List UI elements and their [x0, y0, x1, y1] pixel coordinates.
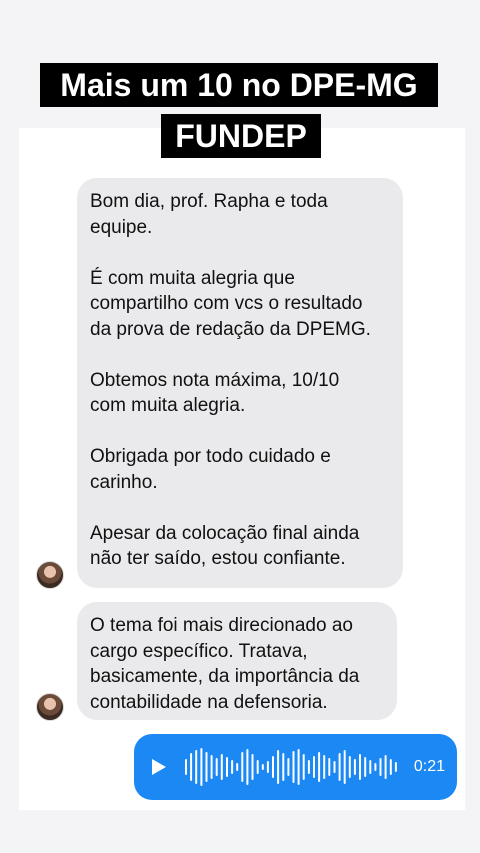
banner-title: Mais um 10 no DPE-MG	[40, 63, 438, 107]
message-paragraph: Obrigada por todo cuidado e carinho.	[90, 446, 331, 493]
audio-duration: 0:21	[413, 758, 445, 775]
sender-avatar[interactable]	[36, 561, 64, 589]
message-bubble[interactable]: O tema foi mais direcionado ao cargo esp…	[77, 602, 397, 720]
message-paragraph: Apesar da colocação final ainda não ter …	[90, 522, 360, 570]
message-bubble[interactable]: Bom dia, prof. Rapha e toda equipe. É co…	[77, 178, 403, 588]
waveform	[185, 748, 397, 786]
play-icon[interactable]	[152, 759, 166, 775]
message-paragraph: O tema foi mais direcionado ao cargo esp…	[90, 615, 360, 713]
sender-avatar[interactable]	[36, 693, 64, 721]
audio-message[interactable]: 0:21	[134, 734, 457, 800]
message-paragraph: Bom dia, prof. Rapha e toda equipe.	[90, 191, 328, 238]
banner-subtitle: FUNDEP	[161, 114, 321, 158]
message-paragraph: É com muita alegria que compartilho com …	[90, 267, 371, 340]
message-paragraph: Obtemos nota máxima, 10/10 com muita ale…	[90, 369, 340, 417]
